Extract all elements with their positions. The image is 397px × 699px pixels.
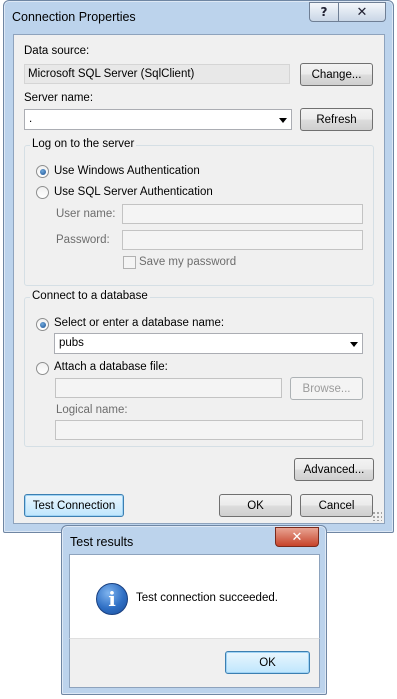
message-area: i Test connection succeeded. — [69, 554, 320, 638]
select-database-label[interactable]: Select or enter a database name: — [54, 317, 224, 329]
dropdown-arrow-icon[interactable] — [279, 118, 287, 123]
dialog-client-area: Data source: Microsoft SQL Server (SqlCl… — [13, 34, 385, 524]
user-name-label: User name: — [56, 208, 116, 220]
server-name-label: Server name: — [24, 92, 94, 104]
test-results-dialog: Test results ✕ i Test connection succeed… — [61, 525, 327, 695]
message-footer: OK — [69, 638, 320, 688]
data-source-label: Data source: — [24, 45, 90, 57]
test-results-title: Test results — [70, 535, 134, 549]
attach-file-label[interactable]: Attach a database file: — [54, 361, 168, 373]
resize-grip-icon[interactable] — [372, 511, 382, 521]
dropdown-arrow-icon[interactable] — [350, 342, 358, 347]
save-password-label[interactable]: Save my password — [139, 256, 236, 268]
database-name-combo[interactable]: pubs — [54, 333, 363, 354]
information-icon: i — [96, 583, 128, 615]
help-button[interactable]: ? — [309, 2, 339, 22]
sql-auth-radio[interactable] — [36, 186, 49, 199]
test-connection-button[interactable]: Test Connection — [24, 494, 124, 517]
server-name-value: . — [29, 113, 33, 125]
windows-auth-label[interactable]: Use Windows Authentication — [54, 165, 200, 177]
title-bar[interactable]: Connection Properties ? ✕ — [4, 1, 393, 34]
test-results-ok-button[interactable]: OK — [225, 651, 310, 674]
sql-auth-label[interactable]: Use SQL Server Authentication — [54, 186, 213, 198]
password-input[interactable] — [122, 230, 363, 250]
cancel-button[interactable]: Cancel — [300, 494, 373, 517]
database-group-title: Connect to a database — [30, 290, 150, 302]
logical-name-label: Logical name: — [56, 404, 128, 416]
refresh-button[interactable]: Refresh — [300, 108, 373, 131]
select-database-radio[interactable] — [36, 318, 49, 331]
change-button[interactable]: Change... — [300, 63, 373, 86]
close-button[interactable]: ✕ — [339, 2, 386, 22]
test-results-close-button[interactable]: ✕ — [275, 527, 319, 547]
data-source-value: Microsoft SQL Server (SqlClient) — [24, 64, 290, 84]
windows-auth-radio[interactable] — [36, 165, 49, 178]
ok-button[interactable]: OK — [219, 494, 292, 517]
browse-button[interactable]: Browse... — [290, 377, 363, 400]
connection-properties-dialog: Connection Properties ? ✕ Data source: M… — [3, 0, 394, 533]
save-password-checkbox[interactable] — [123, 256, 136, 269]
advanced-button[interactable]: Advanced... — [294, 458, 374, 481]
attach-file-radio[interactable] — [36, 362, 49, 375]
database-name-value: pubs — [59, 337, 84, 349]
password-label: Password: — [56, 234, 110, 246]
dialog-title: Connection Properties — [12, 10, 136, 24]
user-name-input[interactable] — [122, 204, 363, 224]
logon-group-title: Log on to the server — [30, 138, 137, 150]
server-name-combo[interactable]: . — [24, 109, 292, 130]
result-message: Test connection succeeded. — [136, 592, 278, 604]
logical-name-input[interactable] — [55, 420, 363, 440]
database-file-input[interactable] — [55, 378, 282, 398]
